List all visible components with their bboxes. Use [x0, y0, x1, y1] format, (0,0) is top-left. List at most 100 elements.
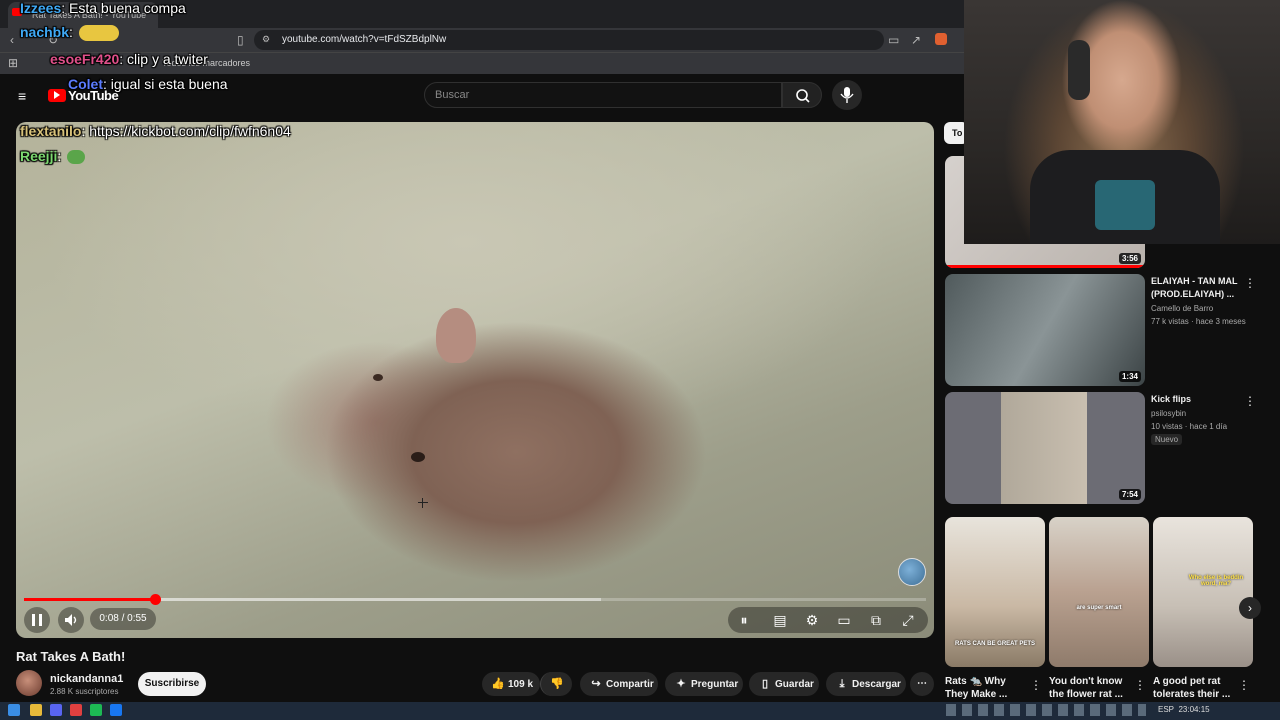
search-input[interactable]	[424, 82, 782, 108]
system-tray-icons[interactable]	[946, 704, 1146, 716]
discord-icon[interactable]	[50, 704, 62, 716]
webcam-shirt-print	[1095, 180, 1155, 230]
short-title[interactable]: A good pet rat tolerates their ...	[1153, 675, 1237, 701]
mouse-cursor	[418, 498, 428, 508]
logo-play-icon	[54, 91, 60, 99]
globe-icon[interactable]	[898, 558, 926, 586]
chat-text: : clip y a twiter	[119, 51, 208, 67]
like-button[interactable]: 👍 109 k	[482, 672, 540, 696]
chat-user: Colet	[68, 76, 103, 92]
ask-label: Preguntar	[691, 679, 739, 690]
headphone-icon	[1068, 40, 1090, 100]
cast-icon[interactable]: ▭	[888, 33, 899, 47]
recommendation-title[interactable]: ELAIYAH - TAN MAL (PROD.ELAIYAH) ...	[1151, 275, 1251, 301]
search-button[interactable]	[782, 82, 822, 108]
facebook-icon[interactable]	[110, 704, 122, 716]
download-button[interactable]: ⤓ Descargar	[826, 672, 906, 696]
video-duration: 7:54	[1118, 489, 1141, 500]
chat-user: Reejji	[20, 148, 58, 164]
chat-text: :	[69, 24, 73, 40]
sparkle-icon: ✦	[676, 678, 686, 690]
url-text: youtube.com/watch?v=tFdSZBdplNw	[282, 34, 447, 45]
bookmark-icon[interactable]: ▯	[237, 33, 244, 47]
video-title: Rat Takes A Bath!	[16, 649, 126, 664]
recommendation-title[interactable]: Kick flips	[1151, 393, 1251, 406]
recommendation-meta: 10 vistas · hace 1 día	[1151, 422, 1228, 431]
share-icon[interactable]: ↗	[911, 33, 921, 47]
share-button[interactable]: ↪ Compartir	[580, 672, 658, 696]
dislike-button[interactable]: 👎	[540, 672, 572, 696]
chat-user: nachbk	[20, 24, 70, 40]
next-arrow-icon[interactable]: ›	[1239, 597, 1261, 619]
browser-icon[interactable]	[70, 704, 82, 716]
subscribe-button[interactable]: Suscribirse	[138, 672, 206, 696]
recommendation-channel[interactable]: Camello de Barro	[1151, 303, 1213, 315]
ask-button[interactable]: ✦ Preguntar	[665, 672, 743, 696]
chat-message: flextanilo: https://kickbot.com/clip/fwf…	[20, 123, 291, 139]
more-icon: ⋯	[917, 678, 927, 689]
chat-message: Colet: igual si esta buena	[68, 76, 228, 92]
subscriber-count: 2.88 K suscriptores	[50, 687, 119, 696]
bookmark-icon: ▯	[761, 678, 769, 690]
video-thumbnail[interactable]: 1:34	[945, 274, 1145, 386]
like-count: 109 k	[508, 679, 534, 690]
chat-message: nachbk:	[20, 24, 119, 42]
more-actions-button[interactable]: ⋯	[910, 672, 934, 696]
video-duration: 1:34	[1118, 371, 1141, 382]
file-explorer-icon[interactable]	[30, 704, 42, 716]
save-label: Guardar	[775, 679, 814, 690]
progress-scrubber[interactable]	[149, 594, 161, 605]
time-display: 0:08 / 0:55	[90, 608, 156, 630]
site-info-icon[interactable]: ⚙	[262, 34, 270, 45]
chat-message: esoeFr420: clip y a twiter	[50, 51, 208, 67]
channel-name[interactable]: nickandanna1	[50, 673, 123, 685]
voice-search-button[interactable]	[832, 80, 862, 110]
start-icon[interactable]	[8, 704, 20, 716]
back-icon[interactable]: ‹	[10, 33, 14, 47]
short-thumbnail[interactable]: RATS CAN BE GREAT PETS	[945, 517, 1045, 667]
clock[interactable]: 23:04:15	[1178, 705, 1209, 714]
download-label: Descargar	[852, 679, 901, 690]
share-icon: ↪	[591, 678, 601, 690]
video-thumbnail[interactable]: 7:54	[945, 392, 1145, 504]
new-badge: Nuevo	[1151, 434, 1183, 445]
microphone-icon	[840, 87, 854, 103]
search-placeholder: Buscar	[435, 89, 470, 101]
subtitles-icon[interactable]: ▤	[770, 608, 790, 632]
thumbs-down-icon: 👎	[550, 678, 564, 690]
chat-user: flextanilo	[20, 123, 82, 139]
short-title[interactable]: Rats 🐀 Why They Make ...	[945, 675, 1029, 701]
short-overlay-text: are super smart	[1076, 605, 1122, 611]
fullscreen-icon[interactable]: ⤢	[898, 608, 918, 632]
short-title[interactable]: You don't know the flower rat ...	[1049, 675, 1133, 701]
more-options-icon[interactable]: ⋮	[1244, 394, 1256, 408]
chat-message: Izzees: Esta buena compa	[20, 0, 186, 16]
apps-grid-icon[interactable]: ⊞	[8, 56, 18, 70]
more-options-icon[interactable]: ⋮	[1244, 276, 1256, 290]
recommendation-channel[interactable]: psilosybin	[1151, 408, 1186, 420]
chat-text: : igual si esta buena	[103, 76, 228, 92]
rat-eye	[373, 374, 383, 381]
more-options-icon[interactable]: ⋮	[1030, 678, 1042, 692]
cast-icon[interactable]: ⧉	[866, 608, 886, 632]
more-options-icon[interactable]: ⋮	[1134, 678, 1146, 692]
channel-avatar[interactable]	[16, 670, 42, 696]
more-options-icon[interactable]: ⋮	[1238, 678, 1250, 692]
short-thumbnail[interactable]: are super smart	[1049, 517, 1149, 667]
extension-icon[interactable]	[935, 33, 947, 45]
menu-icon[interactable]: ≡	[18, 88, 26, 104]
autoplay-toggle-icon[interactable]: ⏸	[734, 608, 754, 632]
chat-user: esoeFr420	[50, 51, 120, 67]
chat-user: Izzees	[20, 0, 62, 16]
language-indicator[interactable]: ESP	[1158, 705, 1174, 714]
share-label: Compartir	[606, 679, 654, 690]
volume-button[interactable]	[58, 607, 84, 633]
chat-text: : https://kickbot.com/clip/fwfn6n04	[81, 123, 291, 139]
pause-button[interactable]	[24, 607, 50, 633]
settings-icon[interactable]: ⚙	[802, 608, 822, 632]
short-thumbnail[interactable]: Who else is beddin word, ma?	[1153, 517, 1253, 667]
spotify-icon[interactable]	[90, 704, 102, 716]
theater-mode-icon[interactable]: ▭	[834, 608, 854, 632]
video-player[interactable]	[16, 122, 934, 638]
save-button[interactable]: ▯ Guardar	[749, 672, 819, 696]
